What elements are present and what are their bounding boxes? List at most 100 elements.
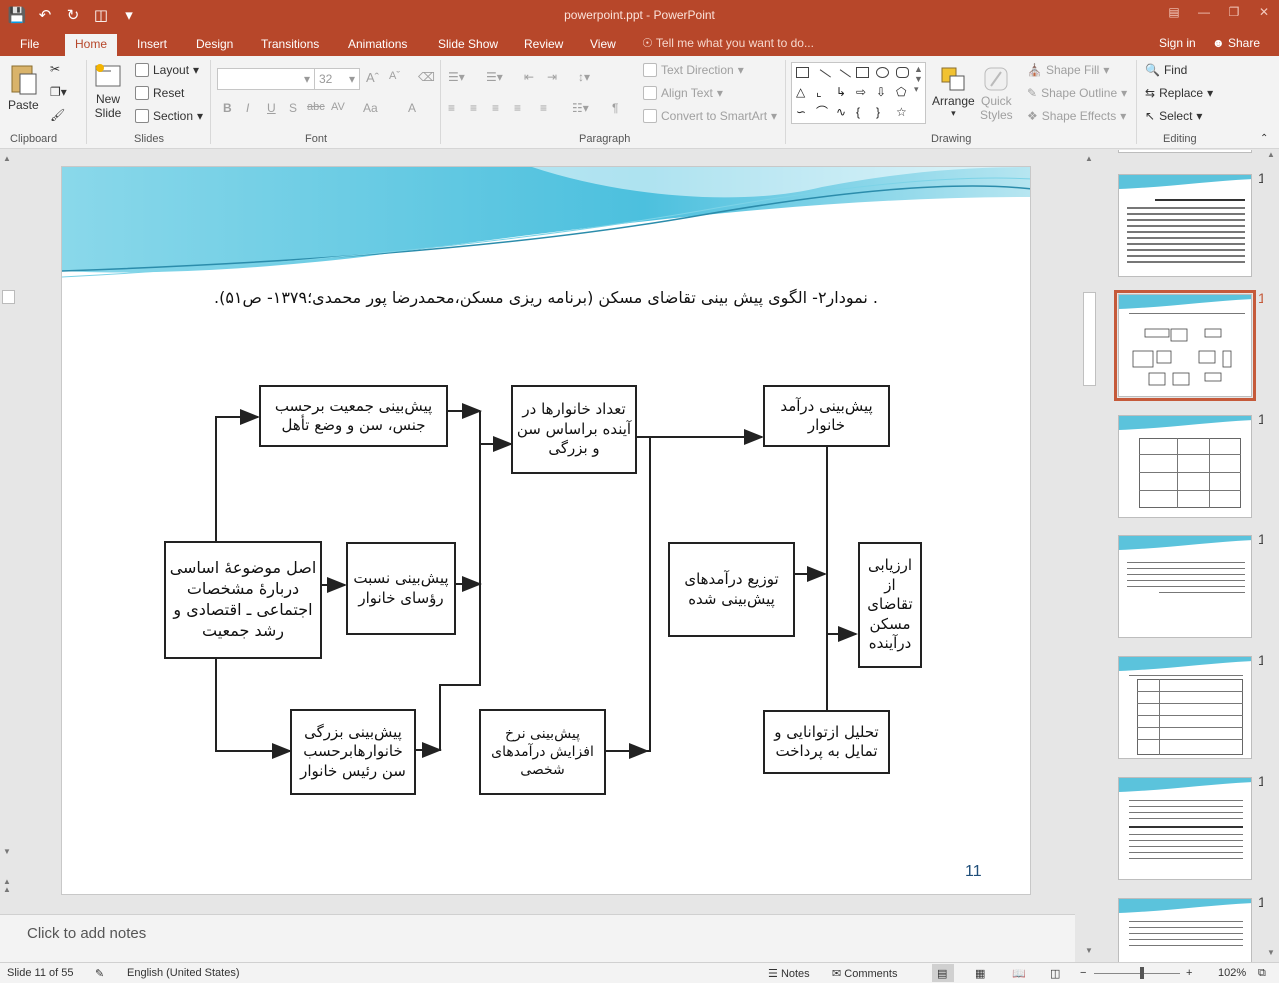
thumbnail-slide-9[interactable] [1118, 150, 1252, 153]
paste-button[interactable]: Paste [8, 62, 39, 112]
right-arrow-shape-icon[interactable]: ⇨ [856, 86, 869, 98]
decrease-indent-icon[interactable]: ⇤ [524, 70, 534, 84]
rtl-icon[interactable]: ¶ [612, 101, 618, 115]
slide-sorter-icon[interactable]: ▦ [975, 967, 985, 980]
rectangle-shape-icon[interactable] [856, 67, 869, 78]
slideshow-view-icon[interactable]: ◫ [1050, 967, 1060, 980]
line-spacing-icon[interactable]: ↕▾ [578, 70, 590, 84]
rounded-rect-shape-icon[interactable] [896, 67, 909, 78]
thumbnail-slide-15[interactable] [1118, 777, 1252, 880]
ribbon-display-icon[interactable]: ▤ [1159, 0, 1189, 24]
shapes-scroll-icon[interactable]: ▲ ▼ ▾ [914, 64, 923, 95]
connector-arrow-icon[interactable]: ↳ [836, 86, 849, 98]
thumbnail-slide-10[interactable] [1118, 174, 1252, 277]
find-button[interactable]: 🔍 Find [1145, 63, 1187, 77]
tab-design[interactable]: Design [186, 36, 243, 56]
italic-button[interactable]: I [246, 101, 249, 115]
shape-effects-button[interactable]: ❖ Shape Effects ▾ [1027, 109, 1126, 123]
format-painter-icon[interactable]: 🖌 [50, 108, 65, 122]
prev-slide-icon[interactable]: ▲ ▲ [3, 878, 11, 894]
text-direction-button[interactable]: Text Direction ▾ [643, 63, 744, 77]
section-button[interactable]: Section ▾ [135, 109, 203, 123]
triangle-shape-icon[interactable]: △ [796, 86, 809, 98]
arrow-shape-icon[interactable] [834, 69, 851, 86]
thumbnails-scrollbar[interactable]: ▲ ▼ [1263, 150, 1279, 962]
tab-slide-show[interactable]: Slide Show [428, 36, 508, 56]
tab-home[interactable]: Home [65, 34, 118, 56]
distributed-icon[interactable]: ≡ [540, 101, 547, 115]
notes-toggle[interactable]: ☰ Notes [768, 967, 810, 980]
spellcheck-icon[interactable]: ✎ [95, 967, 104, 980]
right-brace-shape-icon[interactable]: } [876, 106, 889, 118]
bold-button[interactable]: B [223, 101, 232, 115]
font-color-button[interactable]: A [408, 101, 416, 115]
arc-shape-icon[interactable]: ⌒ [816, 106, 829, 118]
gutter-thumb[interactable] [2, 290, 15, 304]
font-family-combo[interactable]: ▾ [217, 68, 315, 90]
elbow-connector-icon[interactable]: ⌞ [816, 86, 829, 98]
reading-view-icon[interactable]: 📖 [1012, 967, 1026, 980]
share-button[interactable]: ☻ Share [1212, 36, 1260, 50]
zoom-out-icon[interactable]: − [1080, 967, 1086, 979]
oval-shape-icon[interactable] [876, 67, 889, 78]
new-slide-button[interactable]: New Slide [92, 62, 124, 120]
freeform-shape-icon[interactable]: ∿ [836, 106, 849, 118]
curve-shape-icon[interactable]: ∽ [796, 106, 809, 118]
reset-button[interactable]: Reset [135, 86, 184, 100]
quick-styles-button[interactable]: Quick Styles [980, 64, 1013, 122]
tab-animations[interactable]: Animations [338, 36, 417, 56]
layout-button[interactable]: Layout ▾ [135, 63, 199, 77]
arrange-button[interactable]: Arrange ▾ [932, 64, 975, 119]
thumbnail-slide-11[interactable] [1114, 290, 1256, 401]
star-shape-icon[interactable]: ☆ [896, 106, 909, 118]
thumbnail-slide-16[interactable] [1118, 898, 1252, 962]
sign-in-link[interactable]: Sign in [1159, 36, 1196, 50]
align-left-icon[interactable]: ≡ [448, 101, 455, 115]
close-icon[interactable]: ✕ [1249, 0, 1279, 24]
thumbnail-slide-12[interactable] [1118, 415, 1252, 518]
clear-formatting-icon[interactable]: ⌫ [418, 70, 435, 84]
tab-insert[interactable]: Insert [127, 36, 177, 56]
char-spacing-button[interactable]: AV [331, 101, 345, 113]
line-shape-icon[interactable] [814, 69, 831, 86]
zoom-in-icon[interactable]: + [1186, 967, 1192, 979]
collapse-ribbon-icon[interactable]: ⌃ [1260, 133, 1268, 144]
thumbnail-slide-14[interactable] [1118, 656, 1252, 759]
tell-me-search[interactable]: ☉ Tell me what you want to do... [642, 36, 814, 50]
thumb-scroll-down-icon[interactable]: ▼ [1267, 948, 1275, 957]
tab-file[interactable]: File [10, 36, 49, 56]
font-size-combo[interactable]: 32 ▾ [314, 68, 360, 90]
zoom-slider-handle[interactable] [1140, 967, 1144, 979]
notes-placeholder[interactable]: Click to add notes [27, 925, 146, 942]
scroll-up-icon[interactable]: ▲ [1085, 154, 1093, 163]
align-text-button[interactable]: Align Text ▾ [643, 86, 723, 100]
shadow-button[interactable]: S [289, 101, 297, 115]
shrink-font-icon[interactable]: Aˇ [389, 70, 400, 82]
shape-outline-button[interactable]: ✎ Shape Outline ▾ [1027, 86, 1127, 100]
tab-transitions[interactable]: Transitions [251, 36, 329, 56]
numbering-icon[interactable]: ☰▾ [486, 70, 503, 84]
zoom-level[interactable]: 102% [1218, 967, 1246, 979]
increase-indent-icon[interactable]: ⇥ [547, 70, 557, 84]
zoom-slider[interactable] [1094, 973, 1180, 974]
shape-fill-button[interactable]: ⛪ Shape Fill ▾ [1027, 63, 1109, 77]
replace-button[interactable]: ⇆ Replace ▾ [1145, 86, 1213, 100]
comments-toggle[interactable]: ✉ Comments [832, 967, 897, 980]
bullets-icon[interactable]: ☰▾ [448, 70, 465, 84]
align-center-icon[interactable]: ≡ [470, 101, 477, 115]
slide-canvas[interactable]: . نمودار۲- الگوی پیش بینی تقاضای مسکن (ب… [61, 166, 1031, 895]
left-brace-shape-icon[interactable]: { [856, 106, 869, 118]
scroll-thumb[interactable] [1083, 292, 1096, 386]
restore-icon[interactable]: ❐ [1219, 0, 1249, 24]
change-case-button[interactable]: Aa [363, 101, 378, 115]
textbox-shape-icon[interactable] [796, 67, 809, 78]
tab-view[interactable]: View [580, 36, 626, 56]
align-right-icon[interactable]: ≡ [492, 101, 499, 115]
justify-icon[interactable]: ≡ [514, 101, 521, 115]
underline-button[interactable]: U [267, 101, 276, 115]
slide-scrollbar[interactable]: ▲ ▼ [1081, 150, 1098, 962]
pentagon-shape-icon[interactable]: ⬠ [896, 86, 909, 98]
thumbnail-slide-13[interactable] [1118, 535, 1252, 638]
scroll-up-icon[interactable]: ▲ [3, 154, 11, 163]
select-button[interactable]: ↖ Select ▾ [1145, 109, 1202, 123]
